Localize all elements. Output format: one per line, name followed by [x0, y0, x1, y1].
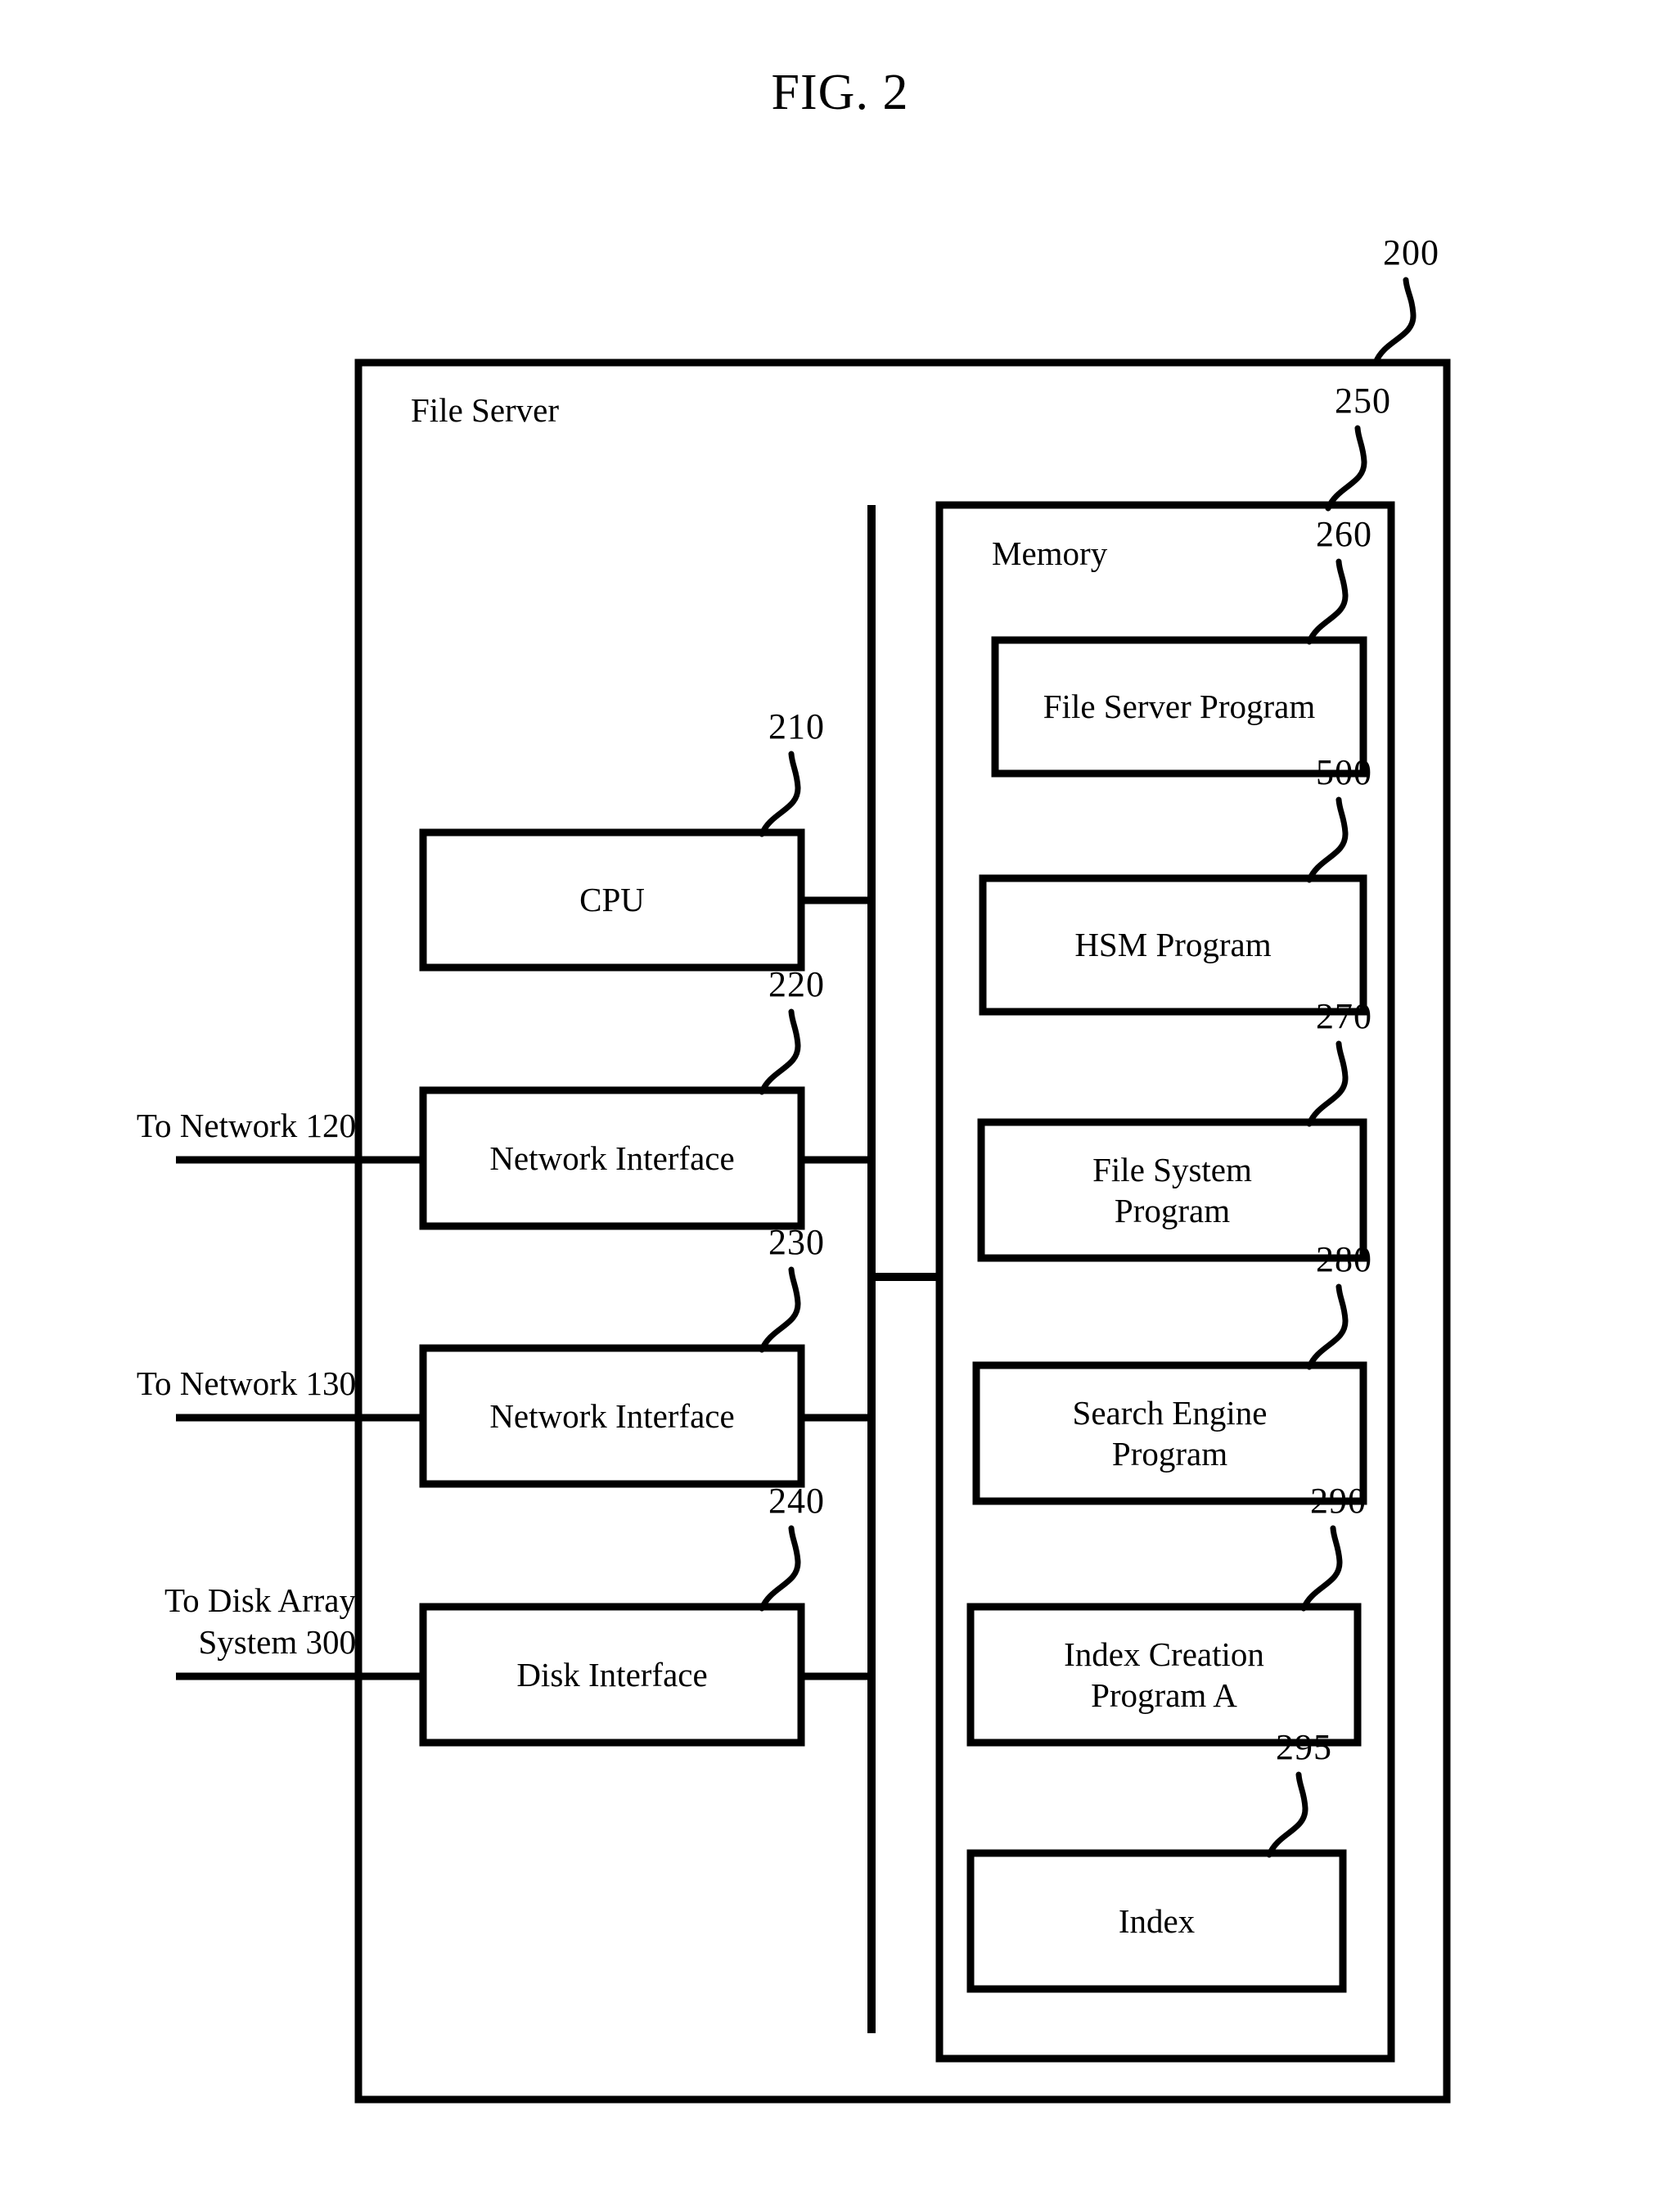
file-server-program-label: File Server Program [1043, 688, 1316, 726]
ref-numeral-240: 240 [768, 1481, 825, 1521]
leader-line-290 [1300, 1525, 1343, 1612]
search-engine-program-label: Search Engine Program [1072, 1393, 1268, 1473]
ref-numeral-230: 230 [768, 1222, 825, 1262]
memory-enclosure-label: Memory [992, 534, 1108, 572]
hsm-program-label: HSM Program [1074, 926, 1272, 964]
ref-numeral-210: 210 [768, 706, 825, 746]
figure-2-root: FIG. 2 File Server Memory 200 250 260 50… [0, 0, 1680, 2201]
ref-numeral-200: 200 [1383, 232, 1439, 273]
ref-numeral-250: 250 [1335, 381, 1391, 421]
file-system-program-label: File System Program [1092, 1150, 1252, 1229]
file-server-enclosure-label: File Server [411, 391, 560, 429]
leader-line-250 [1325, 425, 1367, 512]
index-label: Index [1118, 1901, 1196, 1940]
ref-numeral-220: 220 [768, 964, 825, 1004]
leader-line-210 [759, 751, 801, 837]
leader-line-260 [1306, 558, 1349, 645]
disk-interface-label: Disk Interface [516, 1655, 708, 1694]
index-creation-program-label: Index Creation Program A [1064, 1635, 1264, 1714]
leader-line-230 [759, 1266, 801, 1353]
diagram-canvas [176, 277, 1451, 2104]
to-disk-array-system-300-label: To Disk Array System 300 [164, 1581, 356, 1662]
network-interface-230-label: Network Interface [489, 1396, 735, 1435]
ref-numeral-260: 260 [1316, 514, 1372, 554]
leader-line-295 [1266, 1771, 1308, 1858]
leader-line-220 [759, 1008, 801, 1095]
cpu-label: CPU [579, 881, 645, 919]
to-network-120-label: To Network 120 [136, 1107, 356, 1144]
network-interface-220-label: Network Interface [489, 1139, 735, 1177]
leader-line-240 [759, 1525, 801, 1612]
to-network-130-label: To Network 130 [136, 1364, 356, 1402]
leader-line-500 [1306, 796, 1349, 883]
leader-line-200 [1372, 277, 1417, 366]
leader-line-280 [1306, 1283, 1349, 1370]
leader-line-270 [1306, 1040, 1349, 1127]
